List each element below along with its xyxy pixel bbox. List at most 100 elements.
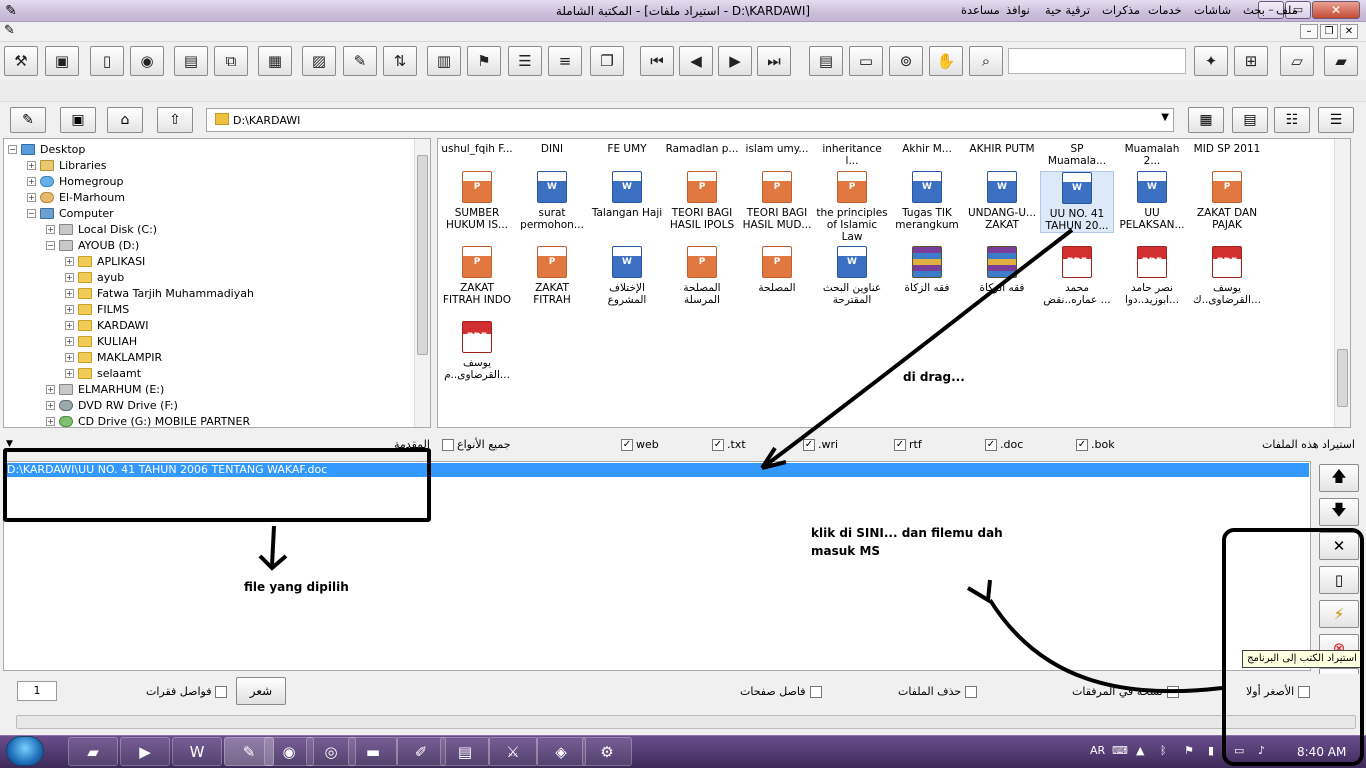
file-item[interactable]: P المصلحة المرسلة <box>665 246 739 306</box>
tree-item[interactable]: + FILMS <box>4 301 430 317</box>
expand-icon[interactable]: + <box>46 384 55 394</box>
file-item[interactable]: FE UMY <box>590 143 664 155</box>
expand-icon[interactable]: + <box>46 400 55 410</box>
tree-item[interactable]: + Homegroup <box>4 173 430 189</box>
expand-icon[interactable]: + <box>46 224 55 234</box>
expand-icon[interactable]: + <box>65 288 74 298</box>
start-button[interactable] <box>6 736 44 766</box>
expand-icon[interactable]: + <box>65 256 74 266</box>
new-note-icon[interactable]: ✦ <box>1194 46 1228 76</box>
file-item[interactable]: P TEORI BAGI HASIL IPOLS <box>665 171 739 231</box>
properties-icon[interactable]: ▥ <box>427 46 461 76</box>
file-item[interactable]: W UU NO. 41 TAHUN 20... <box>1040 171 1114 233</box>
book-icon[interactable]: ❐ <box>590 46 624 76</box>
close-button[interactable]: ✕ <box>1312 1 1360 19</box>
expand-icon[interactable]: + <box>65 304 74 314</box>
expand-icon[interactable]: + <box>27 176 36 186</box>
file-view[interactable]: ushul_fqih F... DINI FE UMY Ramadlan p... is… <box>437 138 1351 428</box>
file-item[interactable]: P SUMBER HUKUM IS... <box>440 171 514 231</box>
file-item[interactable]: W UNDANG-U... ZAKAT <box>965 171 1039 231</box>
file-item[interactable]: DINI <box>515 143 589 155</box>
view-list-icon[interactable]: ☷ <box>1274 107 1310 133</box>
file-item[interactable]: P ZAKAT DAN PAJAK <box>1190 171 1264 231</box>
menu-help[interactable]: مساعدة <box>961 3 1000 17</box>
tree-item[interactable]: − Computer <box>4 205 430 221</box>
expand-icon[interactable]: + <box>27 192 36 202</box>
file-item[interactable]: P TEORI BAGI HASIL MUD... <box>740 171 814 231</box>
tree-scroll-thumb[interactable] <box>417 155 428 355</box>
collapse-icon[interactable]: − <box>46 240 55 250</box>
file-item[interactable]: P ZAKAT FITRAH INDO <box>440 246 514 306</box>
menu-screens[interactable]: شاشات <box>1194 3 1231 17</box>
hand-icon[interactable]: ✋ <box>929 46 963 76</box>
menu-notes[interactable]: مذكرات <box>1102 3 1140 17</box>
filter-bok-checkbox[interactable]: ✓ .bok <box>1076 438 1115 451</box>
copy-icon[interactable]: ⧉ <box>214 46 248 76</box>
tree-item[interactable]: + MAKLAMPIR <box>4 349 430 365</box>
file-item[interactable]: فقه الزكاة <box>890 246 964 294</box>
home-folder-icon[interactable]: ⌂ <box>107 107 143 133</box>
view-details-icon[interactable]: ☰ <box>1318 107 1354 133</box>
collapse-icon[interactable]: − <box>8 144 17 154</box>
file-item[interactable]: inheritance l... <box>815 143 889 167</box>
tree-item[interactable]: + Fatwa Tarjih Muhammadiyah <box>4 285 430 301</box>
last-page-icon[interactable]: ⏭ <box>757 46 791 76</box>
clipboard-icon[interactable]: ▤ <box>174 46 208 76</box>
file-item[interactable]: PDF نصر حامد ابوزيد..دوا... <box>1115 246 1189 306</box>
media-player-taskbar-icon[interactable]: ▶ <box>120 737 170 766</box>
sort-icon[interactable]: ⇅ <box>383 46 417 76</box>
path-combobox[interactable]: D:\KARDAWI ▼ <box>206 108 1174 132</box>
expand-icon[interactable]: + <box>27 160 36 170</box>
tree-item[interactable]: − AYOUB (D:) <box>4 237 430 253</box>
pen-taskbar-icon[interactable]: ✐ <box>396 737 446 766</box>
first-page-icon[interactable]: ⏮ <box>640 46 674 76</box>
find-icon[interactable]: ⌕ <box>969 46 1003 76</box>
tree-icon[interactable]: ⊞ <box>1234 46 1268 76</box>
next-page-icon[interactable]: ▶ <box>718 46 752 76</box>
file-item[interactable]: W UU PELAKSAN... <box>1115 171 1189 231</box>
file-item[interactable]: Pthe principles of Islamic Law <box>815 171 889 243</box>
expand-icon[interactable]: + <box>46 416 55 426</box>
file-item[interactable]: P المصلحة <box>740 246 814 294</box>
library-book-icon[interactable]: ▰ <box>1324 46 1358 76</box>
network-taskbar-icon[interactable]: ◈ <box>536 737 586 766</box>
tree-item[interactable]: + KARDAWI <box>4 317 430 333</box>
book-taskbar-icon[interactable]: ▬ <box>348 737 398 766</box>
show-hidden-icon[interactable]: ▲ <box>1136 744 1144 757</box>
bluetooth-icon[interactable]: ᛒ <box>1160 744 1167 757</box>
page-separator-checkbox[interactable]: فاصل صفحات <box>740 685 822 698</box>
file-item[interactable]: Akhir M... <box>890 143 964 155</box>
view-large-icon[interactable]: ▦ <box>1188 107 1224 133</box>
file-item[interactable]: Muamalah 2... <box>1115 143 1189 167</box>
search-binoculars-icon[interactable]: ⊚ <box>889 46 923 76</box>
tree-item[interactable]: + ELMARHUM (E:) <box>4 381 430 397</box>
expand-icon[interactable]: + <box>65 352 74 362</box>
chevron-down-icon[interactable]: ▼ <box>1161 112 1169 123</box>
menu-file[interactable]: ملف <box>1276 3 1298 17</box>
filter-wri-checkbox[interactable]: ✓ .wri <box>803 438 838 451</box>
move-up-icon[interactable]: 🡅 <box>1319 464 1359 492</box>
child-restore-button[interactable]: ❐ <box>1320 24 1338 39</box>
pencil-icon[interactable]: ✎ <box>343 46 377 76</box>
filter-web-checkbox[interactable]: ✓ web <box>621 438 659 451</box>
menu-windows[interactable]: نوافذ <box>1006 3 1030 17</box>
binoculars-icon[interactable]: ◉ <box>130 46 164 76</box>
tree-item[interactable]: + ayub <box>4 269 430 285</box>
app-taskbar-icon[interactable]: ⚙ <box>582 737 632 766</box>
document-icon[interactable]: ▦ <box>258 46 292 76</box>
collapse-icon[interactable]: − <box>27 208 36 218</box>
folder-tree[interactable]: − Desktop + Libraries + Homegroup + El-Marhoum −… <box>3 138 431 428</box>
tools-icon[interactable]: ⚒ <box>4 46 38 76</box>
paragraph-separator-checkbox[interactable]: فواصل فقرات <box>146 685 228 698</box>
page-number-field[interactable]: 1 <box>17 681 57 701</box>
tree-item[interactable]: + KULIAH <box>4 333 430 349</box>
file-item[interactable]: فقه الزكاة <box>965 246 1039 294</box>
index-icon[interactable]: ▤ <box>809 46 843 76</box>
file-item[interactable]: SP Muamala... <box>1040 143 1114 167</box>
books-taskbar-icon[interactable]: ▤ <box>440 737 490 766</box>
tree-item[interactable]: + selaamt <box>4 365 430 381</box>
poem-button[interactable]: شعر <box>236 677 286 705</box>
bookmark-icon[interactable]: ⚑ <box>467 46 501 76</box>
tree-item[interactable]: − Desktop <box>4 141 430 157</box>
new-document-icon[interactable]: ▯ <box>90 46 124 76</box>
